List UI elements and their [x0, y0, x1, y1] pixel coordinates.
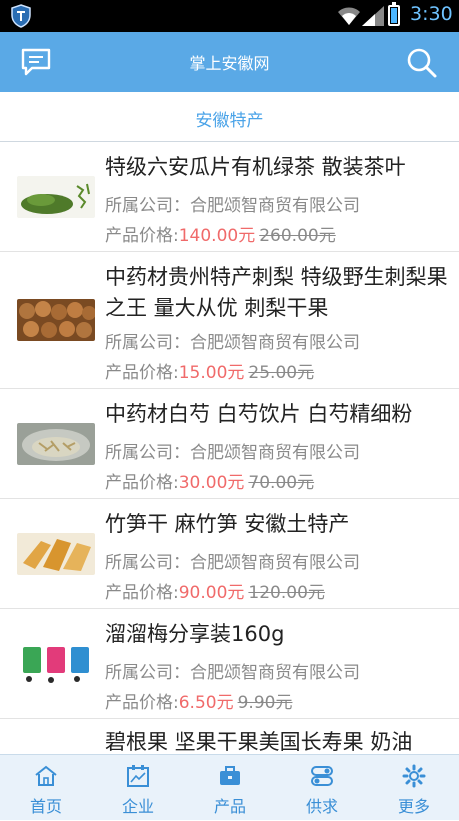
shield-icon: [11, 4, 31, 28]
price-label: 产品价格:: [105, 473, 179, 493]
price-label: 产品价格:: [105, 226, 179, 246]
tab-label: 供求: [305, 797, 338, 816]
price-row: 产品价格:30.00元 70.00元: [105, 468, 314, 493]
section-title: 安徽特产: [195, 111, 264, 131]
list-item[interactable]: 溜溜梅分享装160g 所属公司：合肥颂智商贸有限公司 产品价格:6.50元 9.9…: [0, 609, 459, 719]
product-company: 所属公司：合肥颂智商贸有限公司: [105, 663, 360, 683]
tab-supply-demand[interactable]: 供求: [276, 755, 368, 821]
home-icon: [35, 765, 57, 786]
app-title: 掌上安徽网: [189, 54, 270, 73]
product-price: 6.50元: [178, 693, 234, 713]
search-icon[interactable]: [406, 47, 438, 79]
product-price: 30.00元: [178, 473, 245, 493]
product-list[interactable]: 特级六安瓜片有机绿茶 散装茶叶 所属公司：合肥颂智商贸有限公司 产品价格:140…: [0, 142, 459, 754]
section-header: 安徽特产: [0, 92, 459, 142]
product-company: 所属公司：合肥颂智商贸有限公司: [105, 333, 360, 353]
bottom-tab-bar: 首页 企业 产品 供求 更多: [0, 754, 459, 820]
signal-icon: [362, 6, 384, 26]
product-thumbnail: [17, 176, 95, 218]
product-company: 所属公司：合肥颂智商贸有限公司: [105, 443, 360, 463]
app-bar: 掌上安徽网: [0, 32, 459, 92]
list-item[interactable]: 中药材白芍 白芍饮片 白芍精细粉 所属公司：合肥颂智商贸有限公司 产品价格:30…: [0, 389, 459, 499]
list-item[interactable]: 特级六安瓜片有机绿茶 散装茶叶 所属公司：合肥颂智商贸有限公司 产品价格:140…: [0, 142, 459, 252]
list-item[interactable]: 碧根果 坚果干果美国长寿果 奶油: [0, 719, 459, 754]
tab-label: 产品: [213, 797, 246, 816]
original-price: 25.00元: [248, 363, 315, 383]
product-name[interactable]: 特级六安瓜片有机绿茶 散装茶叶: [105, 152, 449, 183]
wifi-icon: [338, 7, 360, 25]
building-icon: [127, 765, 149, 787]
original-price: 260.00元: [259, 226, 336, 246]
product-name[interactable]: 竹笋干 麻竹笋 安徽土特产: [105, 509, 449, 540]
battery-icon: [388, 2, 400, 26]
original-price: 70.00元: [248, 473, 315, 493]
product-thumbnail: [17, 643, 95, 685]
product-thumbnail: [17, 423, 95, 465]
product-thumbnail: [17, 299, 95, 341]
original-price: 9.90元: [237, 693, 293, 713]
tab-more[interactable]: 更多: [368, 755, 459, 821]
price-label: 产品价格:: [105, 693, 179, 713]
tab-label: 首页: [29, 797, 62, 816]
toggle-icon: [311, 766, 333, 786]
tab-label: 企业: [121, 797, 154, 816]
price-label: 产品价格:: [105, 583, 179, 603]
product-company: 所属公司：合肥颂智商贸有限公司: [105, 196, 360, 216]
price-row: 产品价格:140.00元 260.00元: [105, 221, 336, 246]
status-bar: 3:30: [0, 0, 459, 32]
clock: 3:30: [410, 3, 453, 25]
tab-label: 更多: [397, 797, 430, 816]
product-name[interactable]: 溜溜梅分享装160g: [105, 619, 449, 650]
tab-enterprise[interactable]: 企业: [92, 755, 184, 821]
price-row: 产品价格:15.00元 25.00元: [105, 358, 314, 383]
product-name[interactable]: 中药材贵州特产刺梨 特级野生刺梨果之王 量大从优 刺梨干果: [105, 262, 449, 324]
product-company: 所属公司：合肥颂智商贸有限公司: [105, 553, 360, 573]
product-name[interactable]: 中药材白芍 白芍饮片 白芍精细粉: [105, 399, 449, 430]
price-row: 产品价格:90.00元 120.00元: [105, 578, 325, 603]
product-price: 90.00元: [178, 583, 245, 603]
product-price: 140.00元: [178, 226, 256, 246]
price-label: 产品价格:: [105, 363, 179, 383]
product-price: 15.00元: [178, 363, 245, 383]
list-item[interactable]: 竹笋干 麻竹笋 安徽土特产 所属公司：合肥颂智商贸有限公司 产品价格:90.00…: [0, 499, 459, 609]
price-row: 产品价格:6.50元 9.90元: [105, 688, 292, 713]
list-item[interactable]: 中药材贵州特产刺梨 特级野生刺梨果之王 量大从优 刺梨干果 所属公司：合肥颂智商…: [0, 252, 459, 389]
gear-icon: [402, 764, 426, 788]
briefcase-icon: [220, 766, 240, 785]
tab-home[interactable]: 首页: [0, 755, 92, 821]
tab-products[interactable]: 产品: [184, 755, 276, 821]
product-thumbnail: [17, 533, 95, 575]
product-name[interactable]: 碧根果 坚果干果美国长寿果 奶油: [105, 727, 449, 754]
original-price: 120.00元: [248, 583, 325, 603]
